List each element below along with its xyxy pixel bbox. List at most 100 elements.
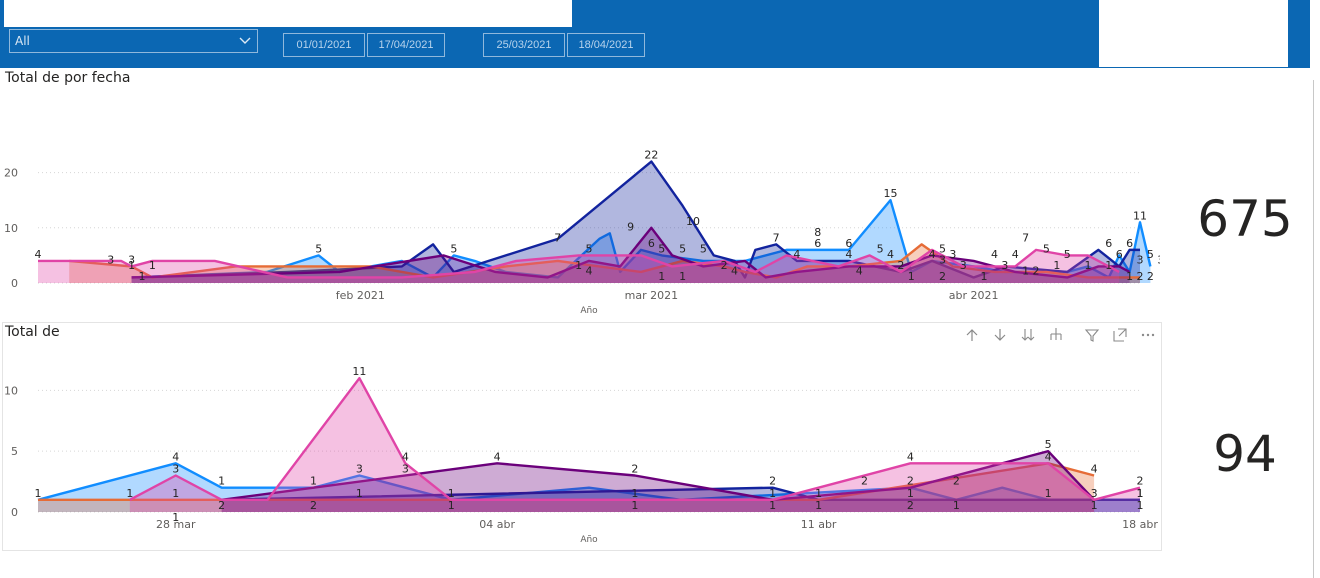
data-label: 5 <box>1043 242 1050 255</box>
data-label: 4 <box>845 248 852 261</box>
data-label: 9 <box>627 220 634 233</box>
x-tick-label: 11 abr <box>801 518 837 531</box>
arrow-up-icon[interactable] <box>964 327 980 343</box>
data-label: 4 <box>172 450 179 463</box>
data-label: 1 <box>631 499 638 512</box>
area-chart-top[interactable]: 01020feb 2021 mar 2021 abr 2021Año4 33 1 115 5… <box>0 95 1160 325</box>
data-label: 1 <box>128 259 135 272</box>
x-tick-label: 04 abr <box>479 518 515 531</box>
data-label: 2 <box>939 270 946 283</box>
date-range-1-start-text: 01/01/2021 <box>296 39 352 51</box>
y-tick-label: 10 <box>4 384 18 397</box>
more-options-icon[interactable] <box>1140 327 1156 343</box>
data-label: 2 <box>631 463 638 476</box>
data-label: 1 <box>35 487 42 500</box>
data-label: 7 <box>554 231 561 244</box>
x-tick-label: 18 abr <box>1122 518 1158 531</box>
data-label: 5 <box>586 242 593 255</box>
data-label: 2 <box>953 475 960 488</box>
data-label: 4 <box>907 450 914 463</box>
data-label: 3 <box>172 463 179 476</box>
data-label: 2 <box>907 499 914 512</box>
data-label: 1 <box>1126 270 1133 283</box>
data-label: 1 <box>981 270 988 283</box>
date-range-1-end[interactable]: 17/04/2021 <box>367 33 445 57</box>
data-label: 15 <box>883 187 897 200</box>
date-range-1-end-text: 17/04/2021 <box>378 39 434 51</box>
data-label: 7 <box>773 231 780 244</box>
data-label: 1 <box>1085 259 1092 272</box>
data-label: 3 <box>356 463 363 476</box>
data-label: 2 <box>721 259 728 272</box>
x-axis-title: Año <box>580 535 598 545</box>
data-label: 22 <box>644 149 658 162</box>
data-label: 4 <box>1012 248 1019 261</box>
data-label: 1 <box>1091 499 1098 512</box>
data-label: 2 <box>769 475 776 488</box>
y-tick-label: 20 <box>4 167 18 180</box>
data-label: 1 <box>953 499 960 512</box>
data-label: 4 <box>991 248 998 261</box>
data-label: 5 <box>658 242 665 255</box>
report-title-box <box>4 0 572 27</box>
data-label: 3 <box>1001 259 1008 272</box>
chevron-down-icon <box>239 37 251 44</box>
data-label: 6 <box>814 237 821 250</box>
data-label: 2 <box>1147 270 1154 283</box>
y-tick-label: 0 <box>11 277 18 290</box>
data-label: 5 <box>450 242 457 255</box>
data-label: 4 <box>929 248 936 261</box>
filter-dropdown-value: All <box>15 34 30 48</box>
data-label: 1 <box>815 487 822 500</box>
date-range-2-start[interactable]: 25/03/2021 <box>483 33 565 57</box>
arrow-down-icon[interactable] <box>992 327 1008 343</box>
data-label: 3 <box>402 463 409 476</box>
data-label: 4 <box>793 248 800 261</box>
double-arrow-down-icon[interactable] <box>1020 327 1036 343</box>
data-label: 1 <box>149 259 156 272</box>
area-chart-bottom[interactable]: 051028 mar 04 abr 11 abr 18 abrAño1 14311121… <box>0 345 1162 550</box>
data-label: 4 <box>402 450 409 463</box>
data-label: 5 <box>1147 248 1154 261</box>
data-label: 4 <box>1091 463 1098 476</box>
data-label: 7 <box>1022 231 1029 244</box>
data-label: 3 <box>1137 253 1144 266</box>
data-label: 1 <box>908 270 915 283</box>
filter-icon[interactable] <box>1084 327 1100 343</box>
kpi-card-period: 94 <box>1213 425 1277 483</box>
x-tick-label: feb 2021 <box>336 289 385 302</box>
x-tick-label: mar 2021 <box>625 289 678 302</box>
expand-hierarchy-icon[interactable] <box>1048 327 1064 343</box>
data-label: 5 <box>877 242 884 255</box>
data-label: 4 <box>586 264 593 277</box>
data-label: 1 <box>907 487 914 500</box>
date-range-1-start[interactable]: 01/01/2021 <box>283 33 365 57</box>
data-label: 2 <box>1033 264 1040 277</box>
data-label: 3 <box>1157 253 1160 266</box>
data-label: 4 <box>1045 450 1052 463</box>
date-range-2-end[interactable]: 18/04/2021 <box>567 33 645 57</box>
data-label: 2 <box>1137 475 1144 488</box>
data-label: 1 <box>769 499 776 512</box>
data-label: 1 <box>138 270 145 283</box>
data-label: 6 <box>1105 237 1112 250</box>
data-label: 10 <box>686 215 700 228</box>
data-label: 1 <box>172 511 179 524</box>
data-label: 1 <box>126 487 133 500</box>
data-label: 1 <box>1053 259 1060 272</box>
data-label: 2 <box>907 475 914 488</box>
focus-mode-icon[interactable] <box>1112 327 1128 343</box>
x-tick-label: abr 2021 <box>949 289 999 302</box>
data-label: 1 <box>575 259 582 272</box>
data-label: 2 <box>310 499 317 512</box>
y-tick-label: 5 <box>11 445 18 458</box>
data-label: 4 <box>35 248 42 261</box>
data-label: 1 <box>815 499 822 512</box>
filter-dropdown[interactable]: All <box>9 29 258 53</box>
data-label: 1 <box>448 487 455 500</box>
data-label: 5 <box>700 242 707 255</box>
data-label: 1 <box>1045 487 1052 500</box>
report-header: All 01/01/2021 17/04/2021 25/03/2021 18/… <box>0 0 1310 68</box>
data-label: 6 <box>648 237 655 250</box>
data-label: 1 <box>1022 264 1029 277</box>
